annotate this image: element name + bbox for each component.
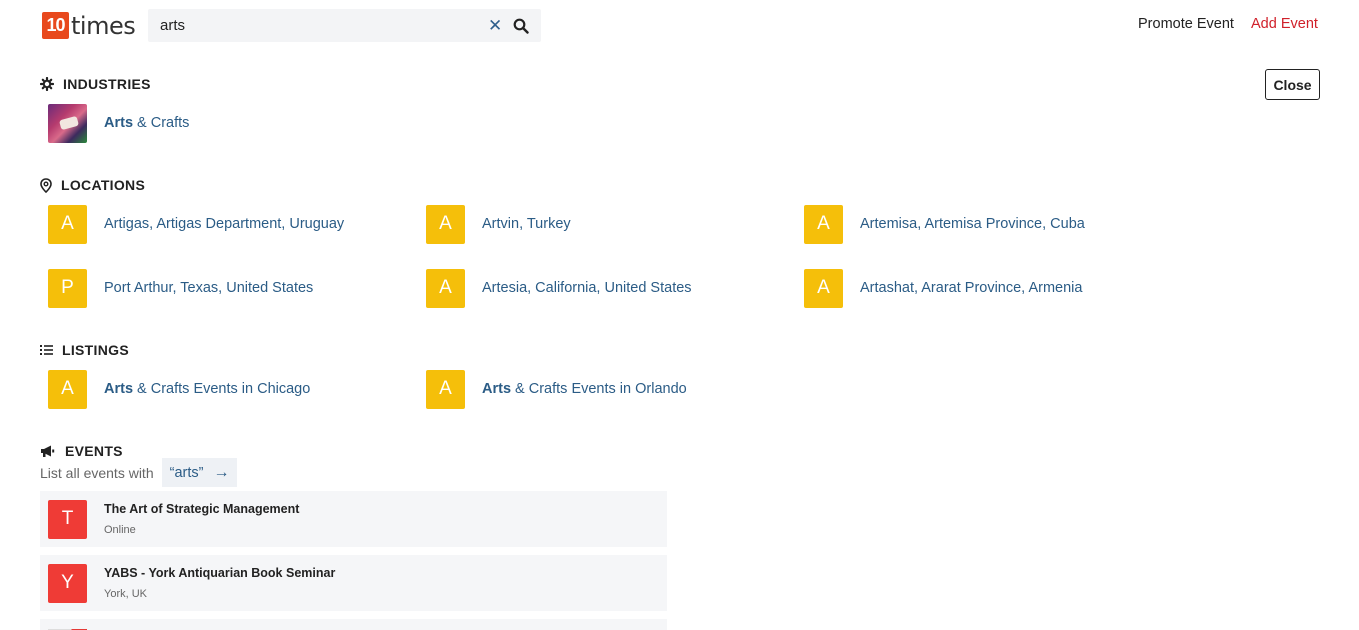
events-heading: EVENTS xyxy=(40,443,123,459)
events-title: EVENTS xyxy=(65,443,123,459)
industry-thumbnail xyxy=(48,103,87,143)
location-item[interactable]: P Port Arthur, Texas, United States xyxy=(48,268,313,308)
industries-title: INDUSTRIES xyxy=(63,76,151,92)
industries-heading: INDUSTRIES xyxy=(40,76,151,92)
event-title: The Art of Strategic Management xyxy=(104,502,300,516)
location-avatar: A xyxy=(426,204,465,244)
location-label: Artvin, Turkey xyxy=(482,216,571,232)
location-label: Artigas, Artigas Department, Uruguay xyxy=(104,216,345,232)
location-avatar: A xyxy=(48,204,87,244)
listing-avatar: A xyxy=(48,369,87,409)
event-text: The Art of Strategic Management Online xyxy=(104,502,299,536)
event-avatar: T xyxy=(48,499,87,539)
search-input[interactable] xyxy=(160,10,480,41)
event-location: Online xyxy=(104,524,136,536)
location-item[interactable]: A Artemisa, Artemisa Province, Cuba xyxy=(804,204,1085,244)
location-avatar: A xyxy=(804,204,843,244)
search-query-chip[interactable]: “arts” → xyxy=(161,458,238,487)
list-all-text: List all events with xyxy=(40,464,154,481)
listing-label-rest: & Crafts Events in Orlando xyxy=(511,381,687,397)
industry-label-rest: & Crafts xyxy=(133,115,190,131)
query-chip-text: “arts” xyxy=(169,464,204,481)
event-location: York, UK xyxy=(104,588,148,600)
event-title: YABS - York Antiquarian Book Seminar xyxy=(104,566,336,580)
listing-avatar: A xyxy=(426,369,465,409)
listing-label-rest: & Crafts Events in Chicago xyxy=(133,381,311,397)
location-label: Artemisa, Artemisa Province, Cuba xyxy=(860,216,1085,232)
list-icon xyxy=(40,345,53,355)
location-avatar: A xyxy=(426,268,465,308)
location-avatar: P xyxy=(48,268,87,308)
arrow-right-icon: → xyxy=(213,463,230,481)
listing-label: Arts & Crafts Events in Orlando xyxy=(482,381,687,397)
close-icon[interactable]: ✕ xyxy=(488,17,502,35)
gear-icon xyxy=(40,77,54,91)
location-item[interactable]: A Artashat, Ararat Province, Armenia xyxy=(804,268,1082,308)
listing-item[interactable]: A Arts & Crafts Events in Chicago xyxy=(48,369,310,409)
search-box: ✕ xyxy=(148,9,541,42)
industry-item-arts-crafts[interactable]: Arts & Crafts xyxy=(48,103,189,143)
listing-item[interactable]: A Arts & Crafts Events in Orlando xyxy=(426,369,687,409)
megaphone-icon xyxy=(41,445,55,457)
location-avatar: A xyxy=(804,268,843,308)
event-card[interactable]: T The Art of Strategic Management Online xyxy=(40,491,667,547)
listing-label-match: Arts xyxy=(482,381,512,397)
map-pin-icon xyxy=(40,177,52,193)
event-avatar: Y xyxy=(48,563,87,603)
listings-heading: LISTINGS xyxy=(40,342,129,358)
logo-number: 10 xyxy=(42,12,69,39)
locations-title: LOCATIONS xyxy=(61,177,146,193)
location-item[interactable]: A Artvin, Turkey xyxy=(426,204,571,244)
location-label: Port Arthur, Texas, United States xyxy=(104,280,314,296)
industry-label: Arts & Crafts xyxy=(104,115,189,131)
add-event-link[interactable]: Add Event xyxy=(1251,16,1318,32)
locations-heading: LOCATIONS xyxy=(40,177,145,193)
event-card[interactable]: Y YABS - York Antiquarian Book Seminar Y… xyxy=(40,555,667,611)
event-text: YABS - York Antiquarian Book Seminar Yor… xyxy=(104,566,335,600)
logo[interactable]: 10 times xyxy=(42,11,136,40)
location-item[interactable]: A Artigas, Artigas Department, Uruguay xyxy=(48,204,344,244)
event-card-partial[interactable] xyxy=(40,619,667,630)
location-item[interactable]: A Artesia, California, United States xyxy=(426,268,692,308)
listings-title: LISTINGS xyxy=(62,342,129,358)
location-label: Artesia, California, United States xyxy=(482,280,692,296)
listing-label-match: Arts xyxy=(104,381,134,397)
close-button[interactable]: Close xyxy=(1265,69,1320,100)
industry-label-match: Arts xyxy=(104,115,134,131)
location-label: Artashat, Ararat Province, Armenia xyxy=(860,280,1083,296)
logo-text: times xyxy=(71,11,136,40)
listing-label: Arts & Crafts Events in Chicago xyxy=(104,381,310,397)
list-all-events: List all events with “arts” → xyxy=(40,458,238,487)
search-icon[interactable] xyxy=(513,18,529,34)
promote-event-link[interactable]: Promote Event xyxy=(1138,16,1234,32)
